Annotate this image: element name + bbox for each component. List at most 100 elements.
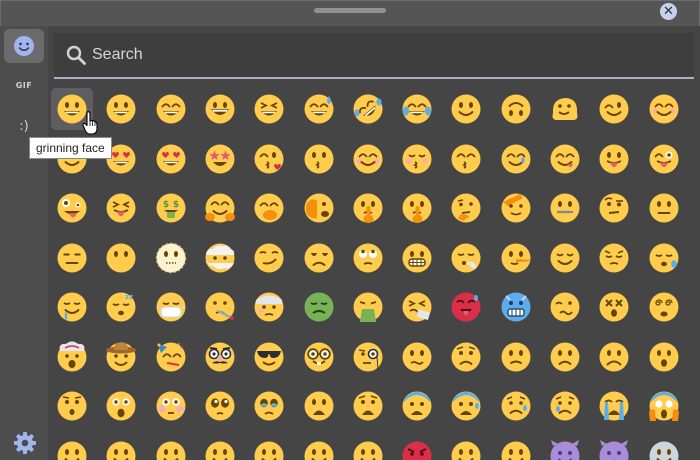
emoji-drooling[interactable] [51,286,93,328]
settings-button[interactable] [12,430,38,456]
emoji-sleeping[interactable]: zz [100,286,142,328]
emoji-frowning2[interactable] [593,336,635,378]
drag-handle[interactable] [314,8,386,13]
emoji-tongue[interactable] [593,138,635,180]
emoji-angry-horns[interactable] [593,435,635,460]
emoji-sunglasses[interactable] [248,336,290,378]
emoji-hand-over-mouth[interactable] [248,187,290,229]
emoji-laughing[interactable] [248,88,290,130]
emoji-screaming[interactable] [643,385,685,427]
emoji-downcast[interactable] [199,435,241,460]
emoji-fearful[interactable] [396,385,438,427]
emoji-confused[interactable] [396,336,438,378]
emoji-hugging[interactable] [199,187,241,229]
emoji-relieved[interactable] [544,237,586,279]
emoji-kissing-closed-eyes[interactable] [396,138,438,180]
emoji-flushed[interactable] [150,385,192,427]
emoji-neutral[interactable] [643,187,685,229]
emoji-spiral-eyes[interactable] [643,286,685,328]
tab-gif[interactable]: GIF [4,68,44,102]
emoji-anguished[interactable] [347,385,389,427]
emoji-persevering[interactable] [100,435,142,460]
emoji-kissing[interactable] [298,138,340,180]
emoji-weary[interactable] [248,435,290,460]
emoji-zany[interactable] [51,187,93,229]
emoji-angry-red[interactable] [396,435,438,460]
emoji-dizzy[interactable] [593,286,635,328]
emoji-thermometer[interactable] [199,286,241,328]
emoji-confounded[interactable] [51,435,93,460]
emoji-sleepy[interactable] [643,237,685,279]
emoji-blush[interactable] [643,88,685,130]
emoji-lying[interactable] [495,237,537,279]
emoji-exploding[interactable] [51,336,93,378]
emoji-pouting[interactable] [445,435,487,460]
emoji-winking[interactable] [593,88,635,130]
emoji-tired[interactable] [298,435,340,460]
emoji-shushing[interactable] [396,187,438,229]
emoji-money-mouth[interactable]: $ $ [150,187,192,229]
emoji-frowning-open[interactable] [298,385,340,427]
emoji-squint-tongue[interactable] [100,187,142,229]
emoji-kissing-heart[interactable] [248,138,290,180]
emoji-partying[interactable] [150,336,192,378]
emoji-loud-crying[interactable] [593,385,635,427]
emoji-pleading[interactable] [199,385,241,427]
emoji-eye-roll[interactable] [347,237,389,279]
tab-emoji[interactable] [4,29,44,63]
emoji-monocle[interactable] [347,336,389,378]
emoji-crying[interactable] [544,385,586,427]
emoji-astonished[interactable] [100,385,142,427]
emoji-disappointed[interactable] [150,435,192,460]
emoji-worried[interactable] [445,336,487,378]
emoji-cursing[interactable] [495,435,537,460]
emoji-frowning[interactable] [544,336,586,378]
emoji-slight-smile[interactable] [445,88,487,130]
emoji-yawning[interactable] [347,435,389,460]
emoji-winking-tongue[interactable] [643,138,685,180]
emoji-smiling-horns[interactable] [544,435,586,460]
emoji-heart-eyes[interactable] [150,138,192,180]
emoji-nerd[interactable] [298,336,340,378]
emoji-smirking[interactable] [248,237,290,279]
emoji-sad-relieved[interactable] [495,385,537,427]
emoji-big-grin[interactable] [199,88,241,130]
emoji-anxious-sweat[interactable] [445,385,487,427]
emoji-sneezing[interactable] [396,286,438,328]
emoji-vomiting[interactable] [347,286,389,328]
emoji-unamused[interactable] [298,237,340,279]
emoji-saluting[interactable] [495,187,537,229]
emoji-thinking[interactable] [445,187,487,229]
emoji-slight-frown[interactable] [495,336,537,378]
emoji-raised-eyebrow[interactable] [593,187,635,229]
emoji-shushing[interactable] [347,187,389,229]
emoji-skull[interactable] [643,435,685,460]
emoji-disguised[interactable] [199,336,241,378]
emoji-grin-sweat[interactable] [298,88,340,130]
emoji-face-in-clouds[interactable] [199,237,241,279]
emoji-pensive[interactable] [593,237,635,279]
search-input[interactable] [90,33,682,77]
emoji-expressionless[interactable] [51,237,93,279]
emoji-hot[interactable] [445,286,487,328]
emoji-exhaling[interactable] [445,237,487,279]
emoji-smiling-tear[interactable] [495,138,537,180]
emoji-tears-of-joy[interactable] [396,88,438,130]
emoji-cold[interactable] [495,286,537,328]
emoji-zipper[interactable] [544,187,586,229]
emoji-melting[interactable] [544,88,586,130]
emoji-woozy[interactable] [544,286,586,328]
emoji-holding-tears[interactable] [248,385,290,427]
emoji-upside-down[interactable] [495,88,537,130]
emoji-yum[interactable] [544,138,586,180]
close-button[interactable]: ✕ [660,3,677,20]
emoji-beaming[interactable] [150,88,192,130]
emoji-peeking[interactable] [298,187,340,229]
emoji-nauseated[interactable] [298,286,340,328]
emoji-hushed[interactable] [51,385,93,427]
emoji-open-mouth[interactable] [643,336,685,378]
emoji-bandage[interactable] [248,286,290,328]
emoji-smiling-blush[interactable] [347,138,389,180]
emoji-cowboy[interactable] [100,336,142,378]
emoji-mask[interactable] [150,286,192,328]
